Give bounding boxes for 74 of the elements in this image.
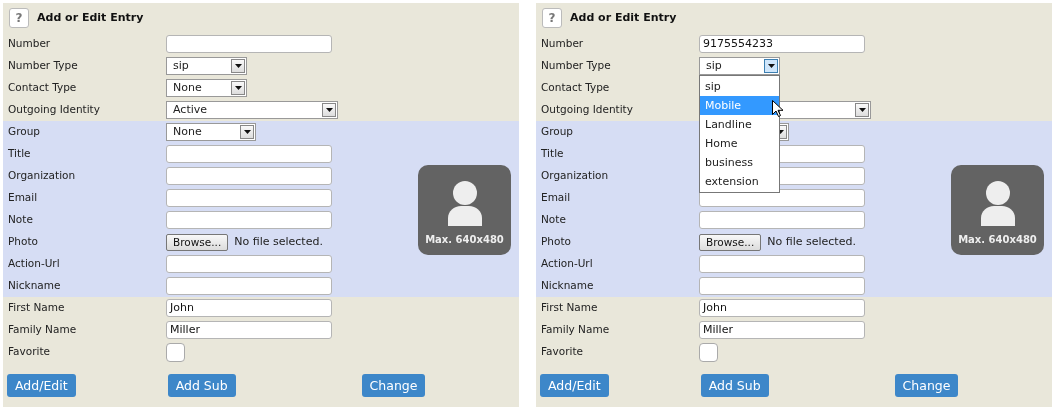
field-label: Email bbox=[7, 190, 39, 206]
field-label: Family Name bbox=[7, 322, 78, 338]
field-label: Favorite bbox=[540, 344, 584, 360]
field-label: Organization bbox=[540, 168, 610, 184]
field-label: Outgoing Identity bbox=[7, 102, 101, 118]
text-field[interactable] bbox=[166, 189, 332, 207]
text-field[interactable] bbox=[166, 211, 332, 229]
field-label: Organization bbox=[7, 168, 77, 184]
dropdown-field[interactable]: sip bbox=[166, 57, 247, 75]
text-field[interactable]: John bbox=[699, 299, 865, 317]
dropdown-field[interactable]: Active bbox=[166, 101, 338, 119]
text-field[interactable] bbox=[166, 277, 332, 295]
field-label: Note bbox=[7, 212, 34, 228]
text-field[interactable]: Miller bbox=[166, 321, 332, 339]
field-label: Title bbox=[540, 146, 565, 162]
dropdown-option[interactable]: Landline bbox=[700, 115, 779, 134]
field-label: Number bbox=[7, 36, 52, 52]
dropdown-field[interactable]: None bbox=[166, 79, 247, 97]
text-field[interactable]: 9175554233 bbox=[699, 35, 865, 53]
field-label: Group bbox=[540, 124, 574, 140]
text-field[interactable]: John bbox=[166, 299, 332, 317]
action-button[interactable]: Add/Edit bbox=[7, 373, 76, 397]
text-field[interactable]: Miller bbox=[699, 321, 865, 339]
field-label: First Name bbox=[540, 300, 599, 316]
field-label: Nickname bbox=[540, 278, 595, 294]
field-label: Outgoing Identity bbox=[540, 102, 634, 118]
field-label: Email bbox=[540, 190, 572, 206]
field-label: Number bbox=[540, 36, 585, 52]
file-status: No file selected. bbox=[234, 233, 323, 250]
photo-caption: Max. 640x480 bbox=[958, 233, 1037, 247]
help-button[interactable]: ? bbox=[542, 8, 562, 28]
text-field[interactable] bbox=[166, 145, 332, 163]
field-label: Contact Type bbox=[540, 80, 611, 96]
avatar-icon bbox=[446, 180, 483, 226]
avatar-icon bbox=[979, 180, 1016, 226]
browse-button[interactable]: Browse... bbox=[699, 233, 762, 251]
field-label: Group bbox=[7, 124, 41, 140]
field-label: Nickname bbox=[7, 278, 62, 294]
dropdown-option[interactable]: Home bbox=[700, 134, 779, 153]
field-label: Photo bbox=[540, 234, 572, 250]
action-button[interactable]: Add/Edit bbox=[540, 373, 609, 397]
action-button[interactable]: Change bbox=[361, 373, 426, 397]
help-button[interactable]: ? bbox=[9, 8, 29, 28]
photo-caption: Max. 640x480 bbox=[425, 233, 504, 247]
field-label: Number Type bbox=[7, 58, 79, 74]
browse-button[interactable]: Browse... bbox=[166, 233, 229, 251]
text-field[interactable] bbox=[699, 211, 865, 229]
field-label: Contact Type bbox=[7, 80, 78, 96]
text-field[interactable] bbox=[166, 35, 332, 53]
field-label: Family Name bbox=[540, 322, 611, 338]
field-label: First Name bbox=[7, 300, 66, 316]
panel-title: Add or Edit Entry bbox=[570, 9, 677, 26]
dropdown-option[interactable]: extension bbox=[700, 172, 779, 191]
field-label: Number Type bbox=[540, 58, 612, 74]
action-button[interactable]: Change bbox=[894, 373, 959, 397]
text-field[interactable] bbox=[166, 167, 332, 185]
panel-title: Add or Edit Entry bbox=[37, 9, 144, 26]
checkbox[interactable] bbox=[699, 342, 718, 362]
field-label: Photo bbox=[7, 234, 39, 250]
dropdown-option[interactable]: business bbox=[700, 153, 779, 172]
field-label: Action-Url bbox=[7, 256, 61, 272]
text-field[interactable] bbox=[699, 277, 865, 295]
field-label: Title bbox=[7, 146, 32, 162]
action-button[interactable]: Add Sub bbox=[700, 373, 769, 397]
field-label: Favorite bbox=[7, 344, 51, 360]
field-label: Action-Url bbox=[540, 256, 594, 272]
field-label: Note bbox=[540, 212, 567, 228]
dropdown-field[interactable]: None bbox=[166, 123, 256, 141]
file-status: No file selected. bbox=[767, 233, 856, 250]
dropdown-option[interactable]: sip bbox=[700, 77, 779, 96]
action-button[interactable]: Add Sub bbox=[167, 373, 236, 397]
text-field[interactable] bbox=[699, 255, 865, 273]
text-field[interactable] bbox=[166, 255, 332, 273]
checkbox[interactable] bbox=[166, 342, 185, 362]
